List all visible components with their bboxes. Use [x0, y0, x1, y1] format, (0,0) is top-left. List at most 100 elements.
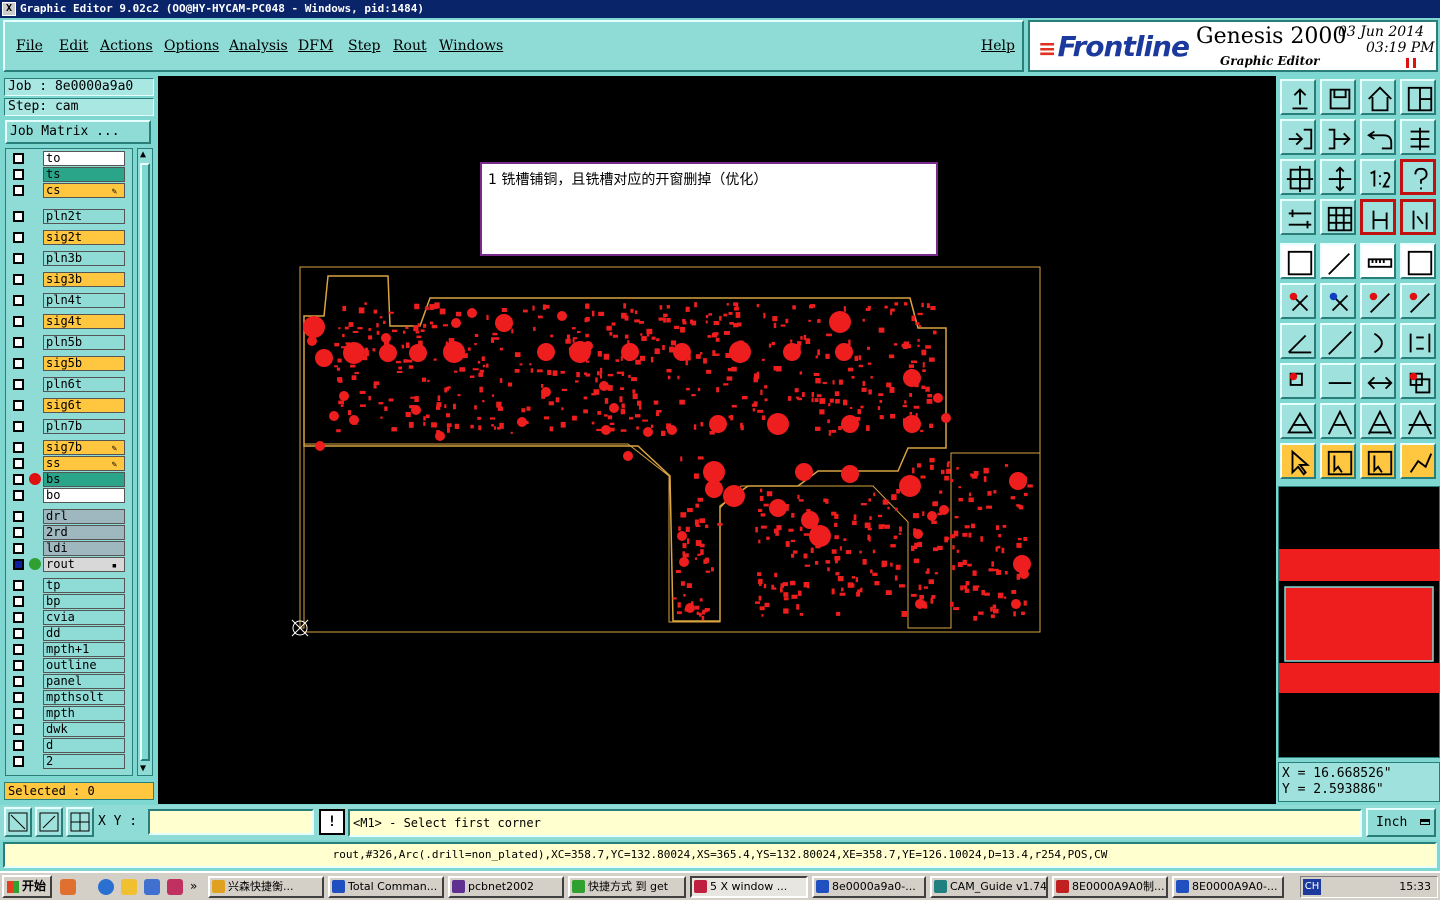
layer-checkbox[interactable] — [13, 596, 24, 607]
taskbar-button[interactable]: 快捷方式 到 get — [568, 876, 686, 898]
taskbar-button[interactable]: 8E0000A9A0制... — [1052, 876, 1168, 898]
connect-pads-icon[interactable] — [1280, 283, 1316, 319]
warning-button[interactable]: ! — [319, 809, 345, 835]
layer-checkbox[interactable] — [13, 274, 24, 285]
layer-row-mpthsolt[interactable]: mpthsolt — [10, 690, 130, 705]
layer-name[interactable]: mpth+1 — [43, 642, 125, 657]
menu-file[interactable]: File — [16, 38, 43, 54]
layer-checkbox[interactable] — [13, 692, 24, 703]
layer-checkbox[interactable] — [13, 527, 24, 538]
help-icon[interactable] — [1400, 159, 1436, 195]
more-icon[interactable]: » — [190, 879, 206, 895]
arc-icon[interactable] — [1360, 323, 1396, 359]
layer-row-sig5b[interactable]: sig5b — [10, 356, 130, 371]
layer-row-bs[interactable]: bs — [10, 472, 130, 487]
layer-name[interactable]: pln2t — [43, 209, 125, 224]
surface-a-icon[interactable] — [1320, 403, 1356, 439]
window-layout-icon[interactable] — [1400, 79, 1436, 115]
layer-name[interactable]: d — [43, 738, 125, 753]
layer-row-to[interactable]: to — [10, 151, 130, 166]
layer-name[interactable]: bs — [43, 472, 125, 487]
scroll-down-icon[interactable]: ▼ — [140, 763, 146, 775]
split-icon[interactable] — [1320, 363, 1356, 399]
layer-name[interactable]: pln5b — [43, 335, 125, 350]
export-icon[interactable] — [1320, 119, 1356, 155]
layer-checkbox[interactable] — [13, 400, 24, 411]
pan-icon[interactable] — [1320, 159, 1356, 195]
layer-checkbox[interactable] — [13, 295, 24, 306]
layer-row-bp[interactable]: bp — [10, 594, 130, 609]
layer-name[interactable]: pln3b — [43, 251, 125, 266]
layer-name[interactable]: pln6t — [43, 377, 125, 392]
line-delete-icon[interactable] — [1400, 283, 1436, 319]
ruler-icon[interactable] — [1360, 243, 1396, 279]
layer-name[interactable]: dd — [43, 626, 125, 641]
layer-row-2rd[interactable]: 2rd — [10, 525, 130, 540]
layer-checkbox[interactable] — [13, 316, 24, 327]
layer-checkbox[interactable] — [13, 580, 24, 591]
layer-row-cvia[interactable]: cvia — [10, 610, 130, 625]
ie-icon[interactable] — [98, 879, 114, 895]
zoom-window-icon[interactable] — [1280, 159, 1316, 195]
snap-pad-icon[interactable] — [1280, 243, 1316, 279]
layer-row-ldi[interactable]: ldi — [10, 541, 130, 556]
layer-row-pln5b[interactable]: pln5b — [10, 335, 130, 350]
line-add-icon[interactable] — [1360, 283, 1396, 319]
layer-name[interactable]: bp — [43, 594, 125, 609]
layer-checkbox[interactable] — [13, 379, 24, 390]
menu-dfm[interactable]: DFM — [298, 38, 333, 54]
layer-list-scrollbar[interactable]: ▲ ▼ — [137, 148, 153, 776]
layer-row-d[interactable]: d — [10, 738, 130, 753]
layer-checkbox[interactable] — [13, 724, 24, 735]
layer-checkbox[interactable] — [13, 740, 24, 751]
surface-a3-icon[interactable] — [1400, 403, 1436, 439]
copy-icon[interactable] — [1400, 363, 1436, 399]
layer-row-sig6t[interactable]: sig6t — [10, 398, 130, 413]
layer-row-sig2t[interactable]: sig2t — [10, 230, 130, 245]
layer-name[interactable]: 2 — [43, 754, 125, 769]
move-icon[interactable] — [1360, 363, 1396, 399]
taskbar-button[interactable]: 8e0000a9a0-... — [812, 876, 926, 898]
xy-input[interactable] — [148, 809, 314, 835]
overview-window[interactable] — [1278, 486, 1440, 758]
layer-row-ts[interactable]: ts — [10, 167, 130, 182]
units-selector[interactable]: Inch — [1366, 808, 1436, 837]
menu-options[interactable]: Options — [164, 38, 219, 54]
layer-row-pln6t[interactable]: pln6t — [10, 377, 130, 392]
layer-row-drl[interactable]: drl — [10, 509, 130, 524]
layer-name[interactable]: sig2t — [43, 230, 125, 245]
layer-name[interactable]: pln4t — [43, 293, 125, 308]
layer-checkbox[interactable] — [13, 676, 24, 687]
browser-icon[interactable] — [144, 879, 160, 895]
layer-name[interactable]: ts — [43, 167, 125, 182]
net-compare-icon[interactable] — [1400, 199, 1436, 235]
menu-analysis[interactable]: Analysis — [229, 38, 288, 54]
circle-select-icon[interactable] — [1400, 243, 1436, 279]
layer-name[interactable]: 2rd — [43, 525, 125, 540]
layer-row-pln4t[interactable]: pln4t — [10, 293, 130, 308]
layer-name[interactable]: cs ✎ — [43, 183, 125, 198]
angle-icon[interactable] — [1280, 323, 1316, 359]
scrollbar-thumb[interactable] — [140, 163, 150, 761]
layer-checkbox[interactable] — [13, 559, 24, 570]
menu-rout[interactable]: Rout — [393, 38, 427, 54]
layer-name[interactable]: sig4t — [43, 314, 125, 329]
layer-checkbox[interactable] — [13, 756, 24, 767]
undo-icon[interactable] — [1360, 119, 1396, 155]
layer-row-pln3b[interactable]: pln3b — [10, 251, 130, 266]
home-icon[interactable] — [1360, 79, 1396, 115]
layer-checkbox[interactable] — [13, 169, 24, 180]
cross-icon[interactable] — [1320, 283, 1356, 319]
layer-name[interactable]: mpthsolt — [43, 690, 125, 705]
layer-name[interactable]: cvia — [43, 610, 125, 625]
layer-name[interactable]: drl — [43, 509, 125, 524]
layer-row-mpth[interactable]: mpth — [10, 706, 130, 721]
scale-icon[interactable] — [1360, 159, 1396, 195]
add-feature-icon[interactable] — [1320, 243, 1356, 279]
layer-name[interactable]: tp — [43, 578, 125, 593]
layer-checkbox[interactable] — [13, 253, 24, 264]
menu-edit[interactable]: Edit — [59, 38, 88, 54]
quicklaunch-app-icon[interactable] — [60, 879, 76, 895]
layer-row-2[interactable]: 2 — [10, 754, 130, 769]
layer-checkbox[interactable] — [13, 211, 24, 222]
